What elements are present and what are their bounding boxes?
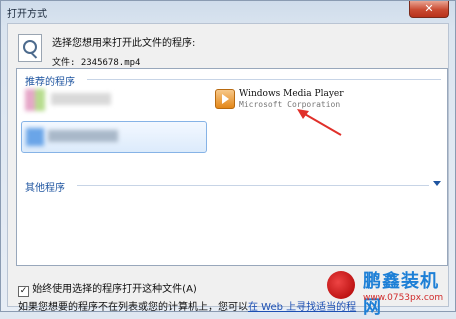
- program-list[interactable]: 推荐的程序 Windows Media Player Microsoft Cor…: [16, 68, 448, 266]
- blurred-app-label: [48, 130, 118, 142]
- blurred-app-icon: [25, 89, 45, 111]
- search-file-icon: [18, 34, 42, 62]
- chevron-down-icon[interactable]: [433, 181, 441, 186]
- watermark: 鹏鑫装机网 www.0753px.com: [327, 267, 447, 318]
- program-name: Windows Media Player: [239, 89, 344, 99]
- brand-logo-icon: [327, 271, 355, 299]
- dialog-prompt: 选择您想用来打开此文件的程序:: [52, 38, 196, 49]
- checkbox-checked-icon[interactable]: ✓: [18, 286, 29, 297]
- footer-text: 如果您想要的程序不在列表或您的计算机上，您可以: [18, 302, 248, 313]
- media-player-icon: [215, 89, 235, 109]
- open-with-dialog: 打开方式 ✕ 选择您想用来打开此文件的程序: 文件: 2345678.mp4 推…: [0, 0, 456, 318]
- group-divider: [87, 79, 441, 80]
- window-title: 打开方式: [7, 9, 47, 20]
- title-bar: 打开方式 ✕: [1, 1, 455, 23]
- watermark-url: www.0753px.com: [363, 293, 444, 303]
- list-item-selected[interactable]: [21, 121, 207, 153]
- group-divider: [77, 185, 429, 186]
- always-use-option[interactable]: ✓ 始终使用选择的程序打开这种文件(A): [18, 280, 197, 297]
- group-other[interactable]: 其他程序: [25, 179, 65, 194]
- always-use-label: 始终使用选择的程序打开这种文件(A): [32, 284, 197, 295]
- group-recommended[interactable]: 推荐的程序: [25, 73, 75, 88]
- footer-hint: 如果您想要的程序不在列表或您的计算机上，您可以在 Web 上寻找适当的程: [18, 298, 356, 313]
- blurred-app-label: [51, 93, 111, 105]
- dialog-body: 选择您想用来打开此文件的程序: 文件: 2345678.mp4 推荐的程序 Wi…: [7, 23, 449, 313]
- file-name: 2345678.mp4: [80, 58, 141, 68]
- file-label: 文件:: [52, 58, 76, 68]
- red-arrow-annotation: [297, 109, 342, 136]
- blurred-app-icon: [26, 128, 44, 146]
- file-info: 文件: 2345678.mp4: [52, 55, 140, 68]
- close-button[interactable]: ✕: [409, 1, 449, 18]
